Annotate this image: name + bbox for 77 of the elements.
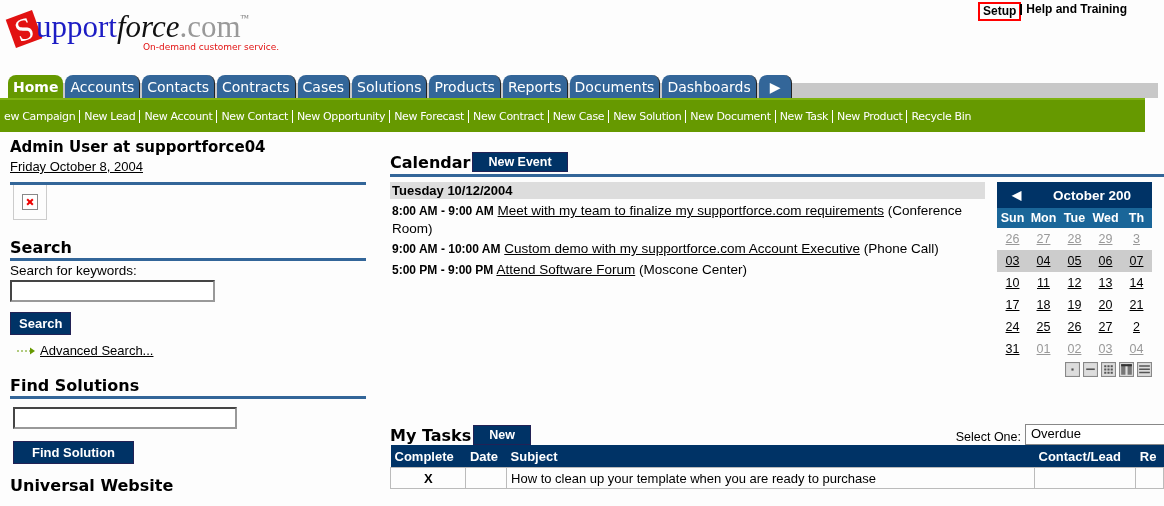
list-view-icon[interactable] (1137, 362, 1152, 377)
top-link[interactable]: Setup (979, 4, 1020, 19)
event-link[interactable]: Custom demo with my supportforce.com Account Executive (504, 241, 860, 256)
new-task-button[interactable]: New (473, 425, 531, 445)
section-heading: Search (10, 238, 366, 261)
day-link[interactable]: 27 (1090, 320, 1121, 334)
column-header: Re (1135, 445, 1164, 468)
select-label: Select One: (955, 430, 1021, 445)
weekday-header: Sun Mon Tue Wed Th (997, 208, 1152, 228)
day-link[interactable]: 18 (1028, 298, 1059, 312)
event-link[interactable]: Meet with my team to finalize my supportforce.com requirements (497, 203, 884, 218)
day-view-icon[interactable] (1065, 362, 1080, 377)
tab[interactable]: Dashboards (662, 75, 757, 98)
day-link[interactable]: 12 (1059, 276, 1090, 290)
event-entry: 9:00 AM - 10:00 AM Custom demo with my supportforce.com Account Executive (Phone Call) (391, 240, 940, 258)
tasks-title: My Tasks (390, 426, 472, 445)
event-entry: 5:00 PM - 9:00 PM Attend Software Forum (Moscone Center) (391, 261, 748, 279)
month-title: October 200 (1053, 187, 1132, 203)
tab[interactable]: Products (429, 75, 501, 98)
day-heading: Tuesday 10/12/2004 (390, 182, 985, 199)
day-link[interactable]: 11 (1028, 276, 1059, 290)
previous-month-button[interactable]: ◀ (997, 188, 1035, 202)
day-link[interactable]: 10 (997, 276, 1028, 290)
find-solution-button[interactable]: Find Solution (13, 441, 135, 464)
day-link[interactable]: 14 (1121, 276, 1152, 290)
advanced-search-link[interactable]: Advanced Search... (40, 343, 154, 358)
day-link[interactable]: 05 (1059, 254, 1090, 268)
more-tabs-button[interactable]: ▶ (758, 75, 793, 98)
logo-tagline: On-demand customer service. (143, 42, 280, 52)
event-link[interactable]: Attend Software Forum (496, 262, 636, 277)
day-link[interactable]: 24 (997, 320, 1028, 334)
logo-text: .com (179, 9, 241, 44)
field-label: Search for keywords: (10, 263, 138, 278)
day-link[interactable]: 13 (1090, 276, 1121, 290)
day-link[interactable]: 17 (997, 298, 1028, 312)
search-button[interactable]: Search (10, 312, 72, 335)
column-header: Date (465, 445, 507, 468)
day-link[interactable]: 31 (997, 342, 1028, 356)
day-link[interactable]: 03 (997, 254, 1028, 268)
day-link[interactable]: 26 (1059, 320, 1090, 334)
section-heading: Find Solutions (10, 376, 366, 399)
solution-field[interactable] (13, 407, 237, 429)
new-event-button[interactable]: New Event (472, 152, 568, 172)
tab[interactable]: Documents (569, 75, 661, 98)
tab[interactable]: Contacts (142, 75, 215, 98)
tab[interactable]: Solutions (352, 75, 428, 98)
tab[interactable]: Cases (297, 75, 351, 98)
section-heading: Universal Website (10, 476, 175, 496)
day-link[interactable]: 04 (1028, 254, 1059, 268)
table-cell: How to clean up your template when you are ready to purchase (506, 467, 1035, 489)
day-link[interactable]: 21 (1121, 298, 1152, 312)
user-title: Admin User at supportforce04 (10, 138, 267, 156)
day-link[interactable]: 19 (1059, 298, 1090, 312)
event-entry: 8:00 AM - 9:00 AM Meet with my team to finalize my supportforce.com requirements (Conference Room) (391, 202, 964, 237)
top-link[interactable]: Help and Training (1020, 4, 1128, 15)
column-header: Complete (390, 445, 466, 468)
tab[interactable]: Contracts (217, 75, 296, 98)
column-header: Contact/Lead (1034, 445, 1136, 468)
calendar-title: Calendar (390, 153, 471, 172)
table-cell: X (390, 467, 466, 489)
logo-text: force (116, 9, 180, 44)
date-link[interactable]: Friday October 8, 2004 (10, 159, 375, 174)
day-link[interactable]: 2 (1121, 320, 1152, 334)
broken-image-icon (22, 194, 38, 210)
column-header: Subject (506, 445, 1035, 468)
trademark-mark: ™ (240, 13, 250, 23)
day-link[interactable]: 25 (1028, 320, 1059, 334)
day-link[interactable]: 07 (1121, 254, 1152, 268)
week-view-icon[interactable] (1083, 362, 1098, 377)
tab[interactable]: Reports (502, 75, 568, 98)
columns-view-icon[interactable] (1119, 362, 1134, 377)
day-link[interactable]: 20 (1090, 298, 1121, 312)
month-view-icon[interactable] (1101, 362, 1116, 377)
filter-select[interactable]: Overdue (1025, 424, 1164, 445)
search-field[interactable] (10, 280, 215, 302)
day-link[interactable]: 06 (1090, 254, 1121, 268)
tab[interactable]: Accounts (65, 75, 141, 98)
